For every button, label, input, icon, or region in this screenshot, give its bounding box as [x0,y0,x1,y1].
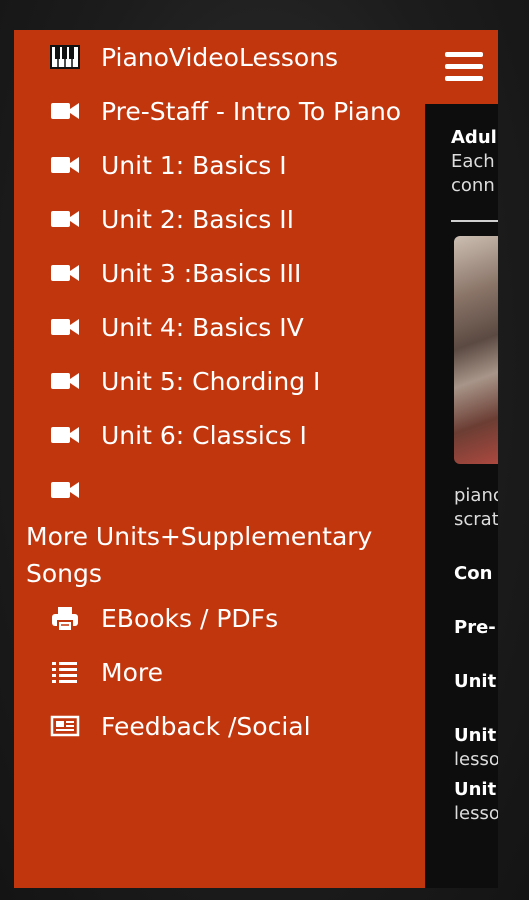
drawer-item-ebooks[interactable]: EBooks / PDFs [14,596,425,640]
caption-line: pianc [454,485,498,506]
video-camera-icon [50,478,79,502]
drawer-item-label: Unit 1: Basics I [101,151,287,180]
divider [451,220,498,222]
drawer-item-more-units[interactable]: More Units+Supplementary Songs [14,470,425,590]
content-list-item[interactable]: Unit lesso [454,778,498,832]
video-camera-icon [50,261,79,285]
drawer-item-unit-5[interactable]: Unit 5: Chording I [14,359,425,403]
list-icon [50,660,78,684]
video-camera-icon [50,315,79,339]
video-camera-icon [50,369,79,393]
intro-block: Adul Each conn [451,126,498,198]
content-list-title: Unit [454,725,497,746]
caption-line: scrat [454,509,498,530]
content-list-title: Con [454,563,493,584]
drawer-item-unit-3[interactable]: Unit 3 :Basics III [14,251,425,295]
drawer-item-label: EBooks / PDFs [101,604,279,633]
drawer-item-label: PianoVideoLessons [101,43,339,72]
page-content: Adul Each conn pianc scrat Con Pre- Unit… [434,104,498,888]
thumbnail-caption: pianc scrat [454,484,498,532]
content-list-item[interactable]: Pre- [454,616,498,670]
piano-keys-icon [50,45,80,69]
drawer-item-unit-1[interactable]: Unit 1: Basics I [14,143,425,187]
drawer-item-piano-video-lessons[interactable]: PianoVideoLessons [14,35,425,79]
video-camera-icon [50,99,79,123]
content-list-title: Unit [454,779,497,800]
content-list-item[interactable]: Con [454,562,498,616]
content-list-title: Pre- [454,617,496,638]
drawer-item-label: More Units+Supplementary Songs [26,522,373,588]
drawer-item-unit-4[interactable]: Unit 4: Basics IV [14,305,425,349]
navigation-drawer: PianoVideoLessons Pre-Staff - Intro To P… [14,30,425,888]
video-camera-icon [50,423,79,447]
newspaper-icon [50,714,80,738]
video-camera-icon [50,207,79,231]
content-list-item[interactable]: Unit lesso [454,724,498,778]
video-thumbnail[interactable] [454,236,498,464]
drawer-item-label: Unit 5: Chording I [101,367,321,396]
drawer-item-unit-6[interactable]: Unit 6: Classics I [14,413,425,457]
intro-title: Adul [451,127,497,148]
drawer-item-label: Unit 3 :Basics III [101,259,302,288]
app-frame: Adul Each conn pianc scrat Con Pre- Unit… [0,0,529,900]
drawer-item-feedback[interactable]: Feedback /Social [14,704,425,748]
drawer-item-label: Unit 6: Classics I [101,421,307,450]
drawer-item-label: Feedback /Social [101,712,311,741]
drawer-item-pre-staff[interactable]: Pre-Staff - Intro To Piano [14,89,425,133]
drawer-item-unit-2[interactable]: Unit 2: Basics II [14,197,425,241]
intro-text-line: conn [451,175,495,196]
drawer-item-label: More [101,658,163,687]
content-list-subtitle: lesso [454,803,498,824]
content-list-title: Unit [454,671,497,692]
drawer-item-label: Unit 2: Basics II [101,205,295,234]
drawer-item-label: Unit 4: Basics IV [101,313,304,342]
intro-text-line: Each [451,151,495,172]
printer-icon [50,606,78,632]
content-list-subtitle: lesso [454,749,498,770]
drawer-item-label: Pre-Staff - Intro To Piano [101,97,402,126]
video-camera-icon [50,153,79,177]
drawer-item-more[interactable]: More [14,650,425,694]
content-list: Con Pre- Unit Unit lesso Unit lesso [454,562,498,832]
hamburger-menu-icon[interactable] [434,38,492,96]
content-list-item[interactable]: Unit [454,670,498,724]
